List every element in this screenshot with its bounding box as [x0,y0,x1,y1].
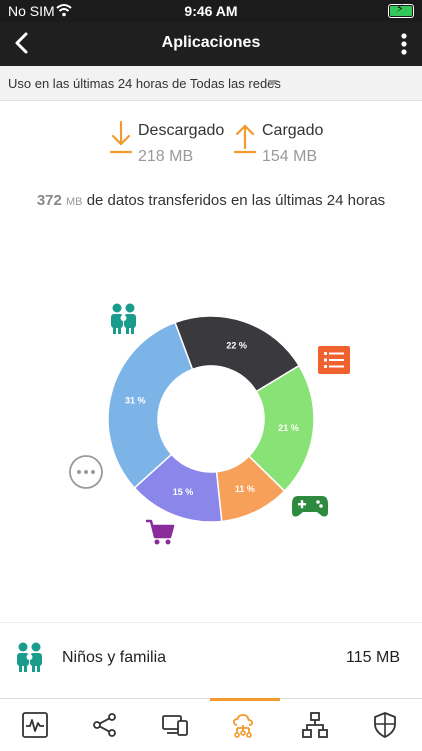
clock: 9:46 AM [184,3,238,19]
kids-family-icon [17,642,42,672]
tab-security[interactable] [350,699,420,751]
download-label: Descargado [138,122,225,139]
donut-label-games: 21 % [278,423,299,433]
download-arrow-icon [109,120,133,154]
nav-bar: Aplicaciones [0,22,422,66]
transfer-summary: 372 MB de datos transferidos en las últi… [0,192,422,209]
time-filter-label: Uso en las últimas 24 horas de Todas las… [8,76,281,91]
donut-label-kids-family: 31 % [125,395,146,405]
upload-arrow-icon [233,124,257,154]
download-stat: Descargado 218 MB [108,118,238,178]
cloud-apps-icon [233,714,253,738]
donut-label-shopping: 11 % [235,484,255,494]
summary-unit: MB [66,196,83,208]
upload-label: Cargado [262,122,324,139]
upload-value: 154 MB [262,148,318,165]
selected-app-size: 115 MB [346,649,400,666]
download-value: 218 MB [138,148,194,165]
upload-stat: Cargado 154 MB [232,118,342,178]
summary-amount: 372 [36,192,62,209]
selected-app-row[interactable]: Niños y familia 115 MB [0,622,422,693]
gamepad-icon[interactable] [292,496,328,517]
activity-monitor-icon [22,712,48,738]
list-icon[interactable] [318,346,350,374]
chevron-down-icon [268,80,278,86]
network-nodes-icon [93,713,116,737]
bottom-tab-bar [0,698,422,751]
tab-apps[interactable] [210,698,280,751]
shopping-cart-icon[interactable] [146,519,175,545]
topology-icon [302,712,328,738]
tab-devices[interactable] [140,699,210,751]
time-filter-dropdown[interactable]: Uso en las últimas 24 horas de Todas las… [0,66,422,101]
kids-family-icon[interactable] [111,303,136,335]
donut-label-lists: 22 % [226,340,247,350]
usage-donut-chart: 31 % 22 % 21 % 11 % 15 % [69,303,350,545]
more-button[interactable] [394,30,414,58]
selected-app-name: Niños y familia [62,649,167,666]
more-horizontal-icon[interactable] [69,455,103,489]
battery-icon: ⚡ [388,3,414,18]
donut-label-other: 15 % [173,487,194,497]
tab-network[interactable] [70,699,140,751]
summary-text: de datos transferidos en las últimas 24 … [86,192,386,209]
status-bar: No SIM 9:46 AM ⚡ [0,0,422,22]
page-title: Aplicaciones [161,34,261,51]
tab-activity[interactable] [0,699,70,751]
tab-topology[interactable] [280,699,350,751]
more-vertical-icon [401,33,407,55]
shield-icon [374,712,396,739]
devices-icon [162,715,188,736]
